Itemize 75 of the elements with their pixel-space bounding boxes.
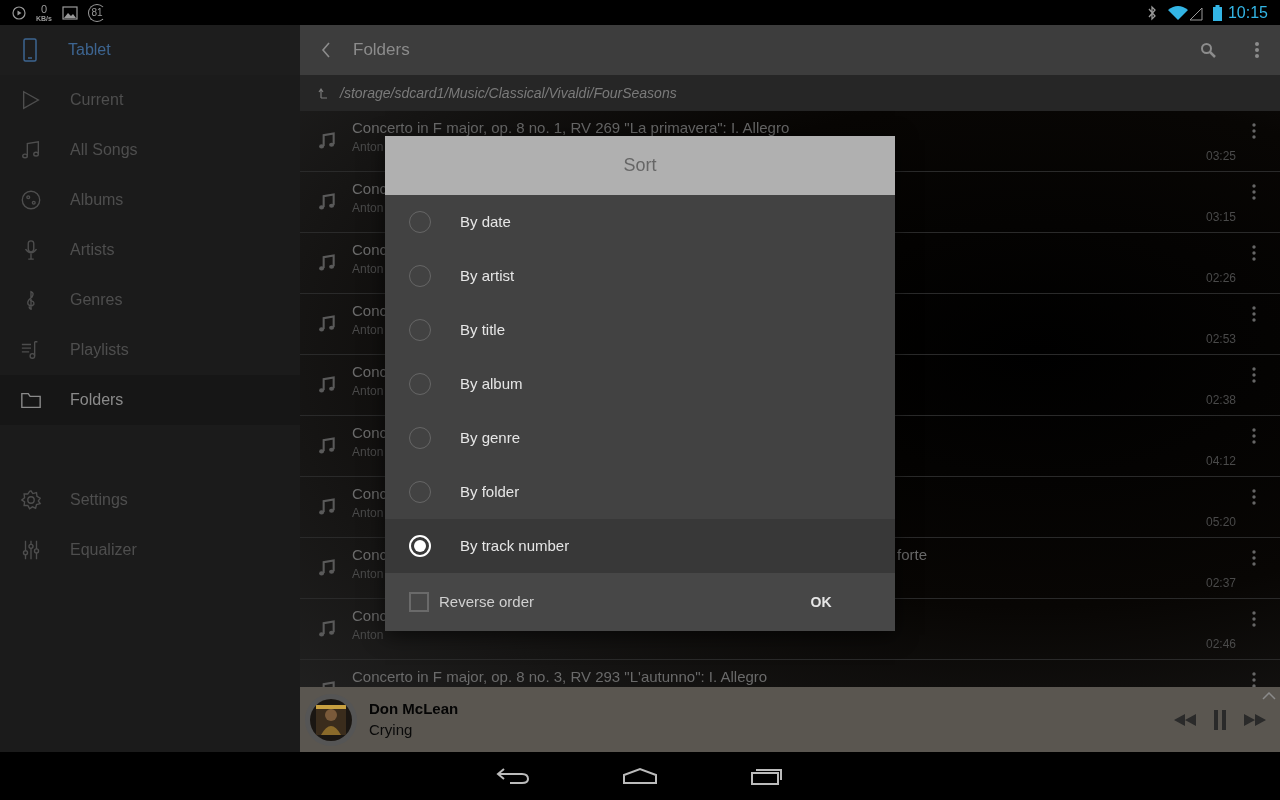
song-duration: 02:38 xyxy=(1205,392,1236,409)
player-artist: Don McLean xyxy=(369,698,459,719)
ok-button[interactable]: OK xyxy=(781,582,861,622)
song-duration: 02:37 xyxy=(1205,575,1236,592)
bluetooth-icon xyxy=(1146,4,1157,21)
sort-option[interactable]: By folder xyxy=(385,465,895,519)
sort-option[interactable]: By track number xyxy=(385,519,895,573)
toolbar-title: Folders xyxy=(353,39,410,62)
fast-forward-icon[interactable] xyxy=(1243,712,1267,727)
more-options-icon[interactable] xyxy=(1251,550,1257,566)
sort-option[interactable]: By title xyxy=(385,303,895,357)
battery-percent: 81 xyxy=(91,7,103,18)
clock: 10:15 xyxy=(1227,2,1268,23)
expand-icon[interactable] xyxy=(1262,692,1276,700)
song-artist: Anton xyxy=(352,322,385,338)
song-title: Concerto in F major, op. 8 no. 1, RV 269 "La primavera": I. Allegro xyxy=(352,120,790,135)
battery-icon xyxy=(1212,4,1222,21)
more-options-icon[interactable] xyxy=(1251,367,1257,383)
song-title: Conc xyxy=(352,547,388,562)
more-options-icon[interactable] xyxy=(1251,672,1257,687)
song-title: Conc xyxy=(352,364,388,379)
sort-option[interactable]: By artist xyxy=(385,249,895,303)
song-title: forte xyxy=(897,547,927,562)
song-duration: 05:20 xyxy=(1205,514,1236,531)
song-title: Concerto in F major, op. 8 no. 3, RV 293 "L'autunno": I. Allegro xyxy=(352,669,768,684)
sort-option[interactable]: By date xyxy=(385,195,895,249)
speed-value: 0 xyxy=(40,3,48,15)
more-options-icon[interactable] xyxy=(1251,428,1257,444)
folder-path: /storage/sdcard1/Music/Classical/Vivaldi/FourSeasons xyxy=(340,83,677,103)
play-icon xyxy=(20,89,42,111)
equalizer-icon xyxy=(20,539,42,561)
more-options-icon[interactable] xyxy=(1251,245,1257,261)
pause-icon[interactable] xyxy=(1213,709,1227,730)
song-title: Conc xyxy=(352,242,388,257)
dialog-title: Sort xyxy=(623,154,657,177)
song-title: Conc xyxy=(352,486,388,501)
song-duration: 02:46 xyxy=(1205,636,1236,653)
recent-apps-icon[interactable] xyxy=(750,767,784,785)
sort-option[interactable]: By album xyxy=(385,357,895,411)
image-icon xyxy=(61,5,78,20)
rewind-icon[interactable] xyxy=(1173,712,1197,727)
more-options-icon[interactable] xyxy=(1251,306,1257,322)
disc-icon xyxy=(20,189,42,211)
song-artist: Anton xyxy=(352,383,385,399)
checkbox-label: Reverse order xyxy=(439,591,535,612)
song-artist: Anton xyxy=(352,444,385,460)
tablet-icon xyxy=(20,38,40,62)
more-options-icon[interactable] xyxy=(1251,489,1257,505)
song-title: Conc xyxy=(352,181,388,196)
sidebar-item[interactable]: Folders xyxy=(0,375,300,425)
song-duration: 03:25 xyxy=(1205,148,1236,165)
song-title: Conc xyxy=(352,303,388,318)
play-icon xyxy=(12,5,26,20)
more-options-icon[interactable] xyxy=(1251,184,1257,200)
sort-option[interactable]: By genre xyxy=(385,411,895,465)
home-icon[interactable] xyxy=(622,767,658,785)
search-icon[interactable] xyxy=(1200,42,1216,58)
more-options-icon[interactable] xyxy=(1254,41,1260,59)
song-duration: 02:53 xyxy=(1205,331,1236,348)
up-folder-icon[interactable] xyxy=(318,87,328,99)
song-artist: Anton xyxy=(352,261,385,277)
song-duration: 03:15 xyxy=(1205,209,1236,226)
song-title: Conc xyxy=(352,425,388,440)
song-duration: 04:12 xyxy=(1205,453,1236,470)
song-title: Conc xyxy=(352,608,388,623)
device-label: Tablet xyxy=(68,40,111,60)
wifi-icon xyxy=(1166,4,1189,21)
song-artist: Anton xyxy=(352,200,385,216)
settings-icon xyxy=(20,489,42,511)
back-icon[interactable] xyxy=(496,767,530,785)
more-options-icon[interactable] xyxy=(1251,611,1257,627)
more-options-icon[interactable] xyxy=(1251,123,1257,139)
checkbox[interactable] xyxy=(409,592,429,612)
song-duration: 02:26 xyxy=(1205,270,1236,287)
player-track: Crying xyxy=(369,719,414,740)
